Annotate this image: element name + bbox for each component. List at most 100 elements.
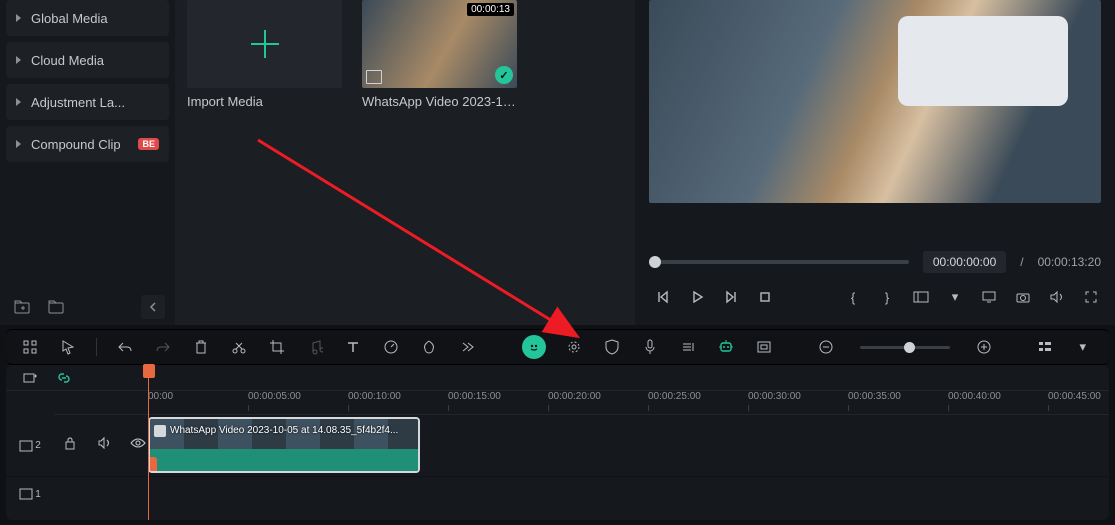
time-separator: / bbox=[1020, 255, 1023, 269]
zoom-in-button[interactable] bbox=[974, 337, 994, 357]
clip-label: WhatsApp Video 2023-10-05... bbox=[362, 94, 517, 109]
redo-button[interactable] bbox=[153, 337, 173, 357]
clip-duration-badge: 00:00:13 bbox=[467, 3, 514, 16]
chevron-right-icon bbox=[16, 140, 21, 148]
ruler-tick: 00:00:45:00 bbox=[1048, 391, 1101, 402]
undo-button[interactable] bbox=[115, 337, 135, 357]
chevron-down-icon[interactable]: ▾ bbox=[1073, 337, 1093, 357]
chevron-down-icon[interactable]: ▾ bbox=[945, 287, 965, 307]
beta-badge: BE bbox=[138, 138, 159, 150]
preview-frame bbox=[898, 16, 1068, 106]
import-media-label: Import Media bbox=[187, 94, 342, 109]
add-track-button[interactable] bbox=[20, 368, 40, 388]
zoom-out-button[interactable] bbox=[816, 337, 836, 357]
sidebar-item-cloud-media[interactable]: Cloud Media bbox=[6, 42, 169, 78]
ruler-tick: 00:00:20:00 bbox=[548, 391, 601, 402]
check-icon: ✓ bbox=[495, 66, 513, 84]
play-forward-button[interactable] bbox=[721, 287, 741, 307]
current-time: 00:00:00:00 bbox=[923, 251, 1006, 273]
plus-icon bbox=[264, 30, 266, 58]
media-sidebar: Global Media Cloud Media Adjustment La..… bbox=[0, 0, 175, 325]
ruler-tick: 00:00:40:00 bbox=[948, 391, 1001, 402]
sidebar-footer bbox=[0, 289, 175, 325]
ruler-tick: 00:00:35:00 bbox=[848, 391, 901, 402]
frame-icon[interactable] bbox=[754, 337, 774, 357]
sidebar-item-label: Adjustment La... bbox=[31, 95, 159, 110]
select-tool-icon[interactable] bbox=[58, 337, 78, 357]
color-wheel-icon[interactable] bbox=[564, 337, 584, 357]
timeline-toolbar: ▾ bbox=[6, 329, 1109, 365]
track-number: 1 bbox=[35, 489, 41, 500]
volume-button[interactable] bbox=[1047, 287, 1067, 307]
microphone-icon[interactable] bbox=[640, 337, 660, 357]
fullscreen-button[interactable] bbox=[1081, 287, 1101, 307]
video-track-1[interactable]: 1 bbox=[6, 477, 1109, 511]
prev-frame-button[interactable] bbox=[653, 287, 673, 307]
shield-icon[interactable] bbox=[602, 337, 622, 357]
sidebar-item-global-media[interactable]: Global Media bbox=[6, 0, 169, 36]
playhead-handle[interactable] bbox=[143, 364, 155, 378]
playhead[interactable] bbox=[148, 365, 149, 520]
visibility-icon[interactable] bbox=[128, 433, 148, 453]
zoom-knob[interactable] bbox=[904, 342, 915, 353]
split-button[interactable] bbox=[229, 337, 249, 357]
snapshot-button[interactable] bbox=[1013, 287, 1033, 307]
ruler-tick: 00:00:25:00 bbox=[648, 391, 701, 402]
total-time: 00:00:13:20 bbox=[1038, 255, 1101, 269]
track-number: 2 bbox=[35, 440, 41, 451]
ruler-tick: 00:00:10:00 bbox=[348, 391, 401, 402]
track-header: 1 bbox=[6, 488, 54, 500]
delete-button[interactable] bbox=[191, 337, 211, 357]
clip-label: WhatsApp Video 2023-10-05 at 14.08.35_5f… bbox=[170, 425, 398, 436]
seek-knob[interactable] bbox=[649, 256, 661, 268]
clip-trim-handle[interactable] bbox=[148, 457, 157, 473]
folder-icon[interactable] bbox=[44, 295, 68, 319]
track-view-button[interactable] bbox=[1035, 337, 1055, 357]
color-button[interactable] bbox=[419, 337, 439, 357]
timeline: 00:00 00:00:05:00 00:00:10:00 00:00:15:0… bbox=[6, 365, 1109, 520]
timeline-ruler[interactable]: 00:00 00:00:05:00 00:00:10:00 00:00:15:0… bbox=[54, 391, 1109, 415]
stop-button[interactable] bbox=[755, 287, 775, 307]
timeline-clip[interactable]: WhatsApp Video 2023-10-05 at 14.08.35_5f… bbox=[148, 417, 420, 473]
track-header: 2 bbox=[6, 440, 54, 452]
mute-icon[interactable] bbox=[94, 433, 114, 453]
text-button[interactable] bbox=[343, 337, 363, 357]
crop-button[interactable] bbox=[267, 337, 287, 357]
film-icon bbox=[366, 70, 382, 84]
edit-tools-icon[interactable] bbox=[20, 337, 40, 357]
collapse-sidebar-button[interactable] bbox=[141, 295, 165, 319]
ruler-tick: 00:00 bbox=[148, 391, 173, 402]
clip-audio-waveform bbox=[150, 449, 418, 473]
music-icon[interactable] bbox=[305, 337, 325, 357]
ruler-tick: 00:00:30:00 bbox=[748, 391, 801, 402]
ai-tools-icon[interactable] bbox=[716, 337, 736, 357]
sidebar-item-label: Compound Clip bbox=[31, 137, 128, 152]
zoom-slider[interactable] bbox=[860, 346, 950, 349]
sidebar-item-adjustment-layer[interactable]: Adjustment La... bbox=[6, 84, 169, 120]
new-folder-icon[interactable] bbox=[10, 295, 34, 319]
preview-panel: 00:00:00:00 / 00:00:13:20 { } ▾ bbox=[635, 0, 1115, 325]
play-button[interactable] bbox=[687, 287, 707, 307]
mark-in-button[interactable]: { bbox=[843, 287, 863, 307]
media-panel: Import Media 00:00:13 ✓ WhatsApp Video 2… bbox=[175, 0, 635, 325]
chevron-right-icon bbox=[16, 56, 21, 64]
media-clip-tile[interactable]: 00:00:13 ✓ WhatsApp Video 2023-10-05... bbox=[362, 0, 517, 109]
chevron-right-icon bbox=[16, 14, 21, 22]
aspect-ratio-button[interactable] bbox=[911, 287, 931, 307]
more-tools-button[interactable] bbox=[457, 337, 477, 357]
import-media-tile[interactable]: Import Media bbox=[187, 0, 342, 109]
ai-assistant-button[interactable] bbox=[522, 335, 546, 359]
video-track-2[interactable]: 2 WhatsApp Video 2023-10-05 at 14.08.35_… bbox=[6, 415, 1109, 477]
sidebar-item-label: Global Media bbox=[31, 11, 159, 26]
ruler-tick: 00:00:15:00 bbox=[448, 391, 501, 402]
ruler-tick: 00:00:05:00 bbox=[248, 391, 301, 402]
play-icon bbox=[154, 425, 166, 437]
seek-bar[interactable] bbox=[649, 260, 909, 264]
lock-icon[interactable] bbox=[60, 433, 80, 453]
mark-out-button[interactable]: } bbox=[877, 287, 897, 307]
speed-button[interactable] bbox=[381, 337, 401, 357]
preview-video[interactable] bbox=[649, 0, 1101, 203]
audio-icon[interactable] bbox=[678, 337, 698, 357]
sidebar-item-compound-clip[interactable]: Compound Clip BE bbox=[6, 126, 169, 162]
display-button[interactable] bbox=[979, 287, 999, 307]
